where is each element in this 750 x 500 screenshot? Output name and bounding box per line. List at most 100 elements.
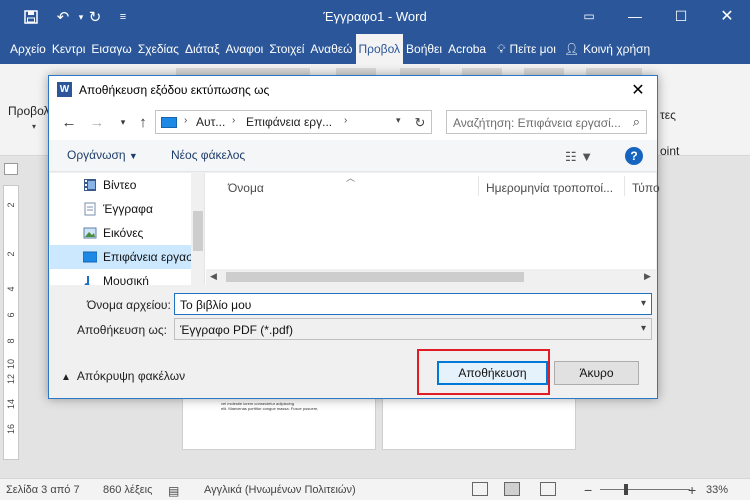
chevron-right-icon[interactable]: › [344,115,347,126]
dialog-close-button[interactable]: ✕ [627,79,649,101]
page-text: vel molestie lorem consectetur adipiscin… [221,401,361,411]
documents-folder-icon [83,202,97,216]
tell-me-label: Πείτε μοι [509,42,556,56]
command-bar: Οργάνωση ▼ Νέος φάκελος ☷ ▼ ? [49,140,657,172]
maximize-icon[interactable]: ☐ [658,0,704,32]
ruler-number: 16 [6,424,16,435]
zoom-slider[interactable] [600,489,690,490]
tab-home[interactable]: Κεντρι [49,34,89,64]
nav-item-videos[interactable]: Βίντεο [50,173,193,197]
navigation-pane: Βίντεο Έγγραφα Εικόνες Επιφάνεια εργασ Μ… [50,173,205,285]
tell-me[interactable]: 💡︎ Πείτε μοι [497,42,556,57]
share-button[interactable]: 👤︎ Κοινή χρήση [564,42,650,56]
chevron-down-icon: ▾ [32,122,37,131]
close-icon[interactable]: ✕ [704,0,750,32]
filename-value: Το βιβλίο μου [180,298,252,312]
tab-review[interactable]: Αναθεώ [307,34,355,64]
cancel-button[interactable]: Άκυρο [554,361,639,385]
ribbon-display-icon[interactable]: ▭ [566,0,612,32]
scrollbar-thumb[interactable] [226,272,524,282]
organize-button[interactable]: Οργάνωση ▼ [67,148,138,162]
status-bar: Σελίδα 3 από 7 860 λέξεις ▤ Αγγλικά (Ηνω… [0,478,750,500]
ruler-number: 10 [6,359,16,370]
save-print-output-dialog: W Αποθήκευση εξόδου εκτύπωσης ως ✕ ← → ▾… [48,75,660,399]
nav-item-documents[interactable]: Έγγραφα [50,197,193,221]
tab-mailings[interactable]: Στοιχεί [266,34,307,64]
zoom-in-button[interactable]: + [688,482,696,498]
title-bar: ↶ ▾ ↻ ≡ Έγγραφο1 - Word ▭ — ☐ ✕ [0,0,750,34]
tab-file[interactable]: Αρχείο [0,34,49,64]
new-folder-button[interactable]: Νέος φάκελος [171,148,245,162]
search-placeholder: Αναζήτηση: Επιφάνεια εργασί... [453,116,621,130]
forward-icon[interactable]: → [87,112,107,132]
scroll-right-icon[interactable]: ▶ [644,271,651,282]
nav-item-pictures[interactable]: Εικόνες [50,221,193,245]
tab-references[interactable]: Αναφοι [222,34,266,64]
page-preview: vel molestie lorem consectetur adipiscin… [182,398,376,450]
proofing-icon[interactable]: ▤ [168,484,179,498]
tab-acrobat[interactable]: Acroba [445,34,489,64]
chevron-down-icon: ▾ [640,323,646,334]
address-bar[interactable]: › Αυτ... › Επιφάνεια εργ... › ▾ ↻ [155,110,432,134]
chevron-right-icon[interactable]: › [232,115,235,126]
lightbulb-icon: 💡︎ [497,41,506,56]
column-header-name[interactable]: Όνομα [228,181,264,195]
word-count[interactable]: 860 λέξεις [103,484,152,496]
filename-input[interactable]: Το βιβλίο μου ▾ [174,293,652,315]
back-icon[interactable]: ← [59,112,79,132]
chevron-down-icon[interactable]: ▾ [396,115,401,126]
nav-item-desktop[interactable]: Επιφάνεια εργασ [50,245,193,269]
breadcrumb-segment[interactable]: Επιφάνεια εργ... [246,115,332,129]
chevron-down-icon[interactable]: ▾ [641,298,646,309]
tab-help[interactable]: Βοήθει [403,34,445,64]
zoom-slider-handle[interactable] [624,484,628,495]
organize-label: Οργάνωση [67,148,126,162]
change-view-icon[interactable]: ☷ ▼ [565,149,593,165]
pictures-folder-icon [83,226,97,240]
chevron-right-icon[interactable]: › [184,115,187,126]
language-indicator[interactable]: Αγγλικά (Ηνωμένων Πολιτειών) [204,484,356,496]
breadcrumb-segment[interactable]: Αυτ... [196,115,225,129]
recent-locations-icon[interactable]: ▾ [113,112,133,132]
scroll-left-icon[interactable]: ◀ [210,271,217,282]
ruler-number: 4 [6,286,16,292]
read-mode-icon[interactable] [472,482,488,496]
tab-layout[interactable]: Διάταξ [182,34,223,64]
page-count[interactable]: Σελίδα 3 από 7 [6,484,80,496]
nav-item-music[interactable]: Μουσική [50,269,193,285]
scrollbar-thumb[interactable] [193,211,203,251]
print-layout-icon[interactable] [504,482,520,496]
videos-folder-icon [83,178,97,192]
hide-folders-button[interactable]: ▲ Απόκρυψη φακέλων [61,369,185,383]
zoom-level[interactable]: 33% [706,484,728,496]
dialog-title: Αποθήκευση εξόδου εκτύπωσης ως [79,83,270,97]
nav-item-label: Έγγραφα [103,202,153,216]
help-icon[interactable]: ? [625,147,643,165]
refresh-icon[interactable]: ↻ [412,115,428,131]
search-box[interactable]: Αναζήτηση: Επιφάνεια εργασί... ⌕ [446,110,647,134]
views-button[interactable]: Προβολ [8,104,50,118]
column-separator[interactable] [624,176,625,196]
column-header-date[interactable]: Ημερομηνία τροποποί... [486,181,613,195]
tab-design[interactable]: Σχεδίας [135,34,182,64]
chevron-down-icon: ▼ [128,151,138,161]
ruler-corner [4,163,18,175]
web-layout-icon[interactable] [540,482,556,496]
zoom-out-button[interactable]: − [584,482,592,498]
tab-insert[interactable]: Εισαγω [88,34,134,64]
dialog-title-bar: W Αποθήκευση εξόδου εκτύπωσης ως ✕ [49,76,657,104]
savetype-value: Έγγραφο PDF (*.pdf) [180,323,293,337]
column-header-type[interactable]: Τύπο [632,181,660,195]
nav-item-label: Εικόνες [103,226,144,240]
savetype-select[interactable]: Έγγραφο PDF (*.pdf) ▾ [174,318,652,340]
tab-view[interactable]: Προβολ [355,34,404,64]
save-button[interactable]: Αποθήκευση [437,361,548,385]
ribbon-group-label: oint [660,144,680,158]
column-separator[interactable] [478,176,479,196]
minimize-icon[interactable]: — [612,0,658,32]
file-list-scrollbar[interactable]: ◀ ▶ [206,269,656,285]
up-folder-icon[interactable]: ↑ [133,112,153,132]
navigation-pane-scrollbar[interactable] [191,173,204,285]
ruler-number: 6 [6,312,16,318]
person-icon: 👤︎ [563,42,580,56]
